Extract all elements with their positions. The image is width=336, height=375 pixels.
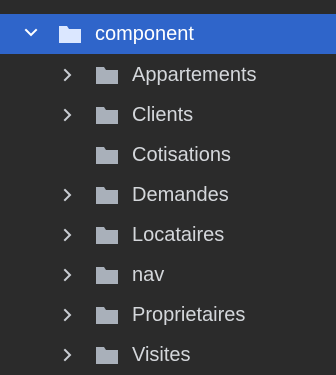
tree-item-proprietaires[interactable]: Proprietaires [0,295,336,335]
tree-item-component[interactable]: component [0,14,336,54]
folder-icon [96,147,118,164]
tree-item-label: Proprietaires [132,304,246,326]
chevron-right-icon[interactable] [61,268,75,282]
tree-item-label: Locataires [132,224,225,246]
folder-icon [96,307,118,324]
tree-item-label: Cotisations [132,144,231,166]
tree-item-label: component [95,23,194,45]
tree-item-label: nav [132,264,165,286]
folder-icon [96,107,118,124]
tree-item-label: Demandes [132,184,229,206]
chevron-right-icon[interactable] [61,68,75,82]
tree-item-label: Appartements [132,64,257,86]
folder-icon [96,227,118,244]
chevron-right-icon[interactable] [61,308,75,322]
folder-icon [96,347,118,364]
chevron-right-icon[interactable] [61,348,75,362]
project-tree: component Appartements Clients Cotisatio… [0,0,336,367]
tree-item-locataires[interactable]: Locataires [0,215,336,255]
chevron-right-icon[interactable] [61,228,75,242]
tree-item-appartements[interactable]: Appartements [0,55,336,95]
folder-icon [59,26,81,43]
chevron-right-icon[interactable] [61,188,75,202]
tree-item-visites[interactable]: Visites [0,335,336,375]
tree-item-cotisations[interactable]: Cotisations [0,135,336,175]
folder-icon [96,267,118,284]
folder-icon [96,67,118,84]
folder-icon [96,187,118,204]
chevron-right-icon[interactable] [61,108,75,122]
tree-item-label: Visites [132,344,191,366]
tree-item-clients[interactable]: Clients [0,95,336,135]
chevron-down-icon[interactable] [24,26,38,40]
tree-item-demandes[interactable]: Demandes [0,175,336,215]
tree-item-label: Clients [132,104,194,126]
tree-item-nav[interactable]: nav [0,255,336,295]
